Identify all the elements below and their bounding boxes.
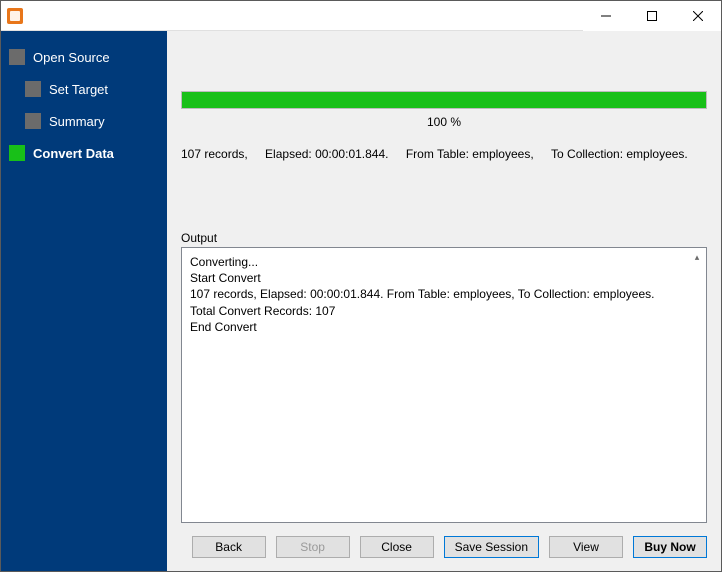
main-panel: 100 % 107 records, Elapsed: 00:00:01.844… [167,31,721,571]
sidebar-item-label: Summary [49,114,105,129]
progress-bar [181,91,707,109]
output-line: Converting... [190,254,698,270]
step-icon-active [9,145,25,161]
wizard-sidebar: Open Source Set Target Summary Convert D… [1,31,167,571]
output-line: Start Convert [190,270,698,286]
sidebar-item-summary[interactable]: Summary [1,105,167,137]
output-label: Output [181,231,707,245]
status-line: 107 records, Elapsed: 00:00:01.844. From… [181,147,707,161]
sidebar-item-label: Set Target [49,82,108,97]
status-elapsed: Elapsed: 00:00:01.844. [265,147,388,161]
progress-fill [182,92,706,108]
sidebar-item-label: Convert Data [33,146,114,161]
buy-now-button[interactable]: Buy Now [633,536,707,558]
back-button[interactable]: Back [192,536,266,558]
body: Open Source Set Target Summary Convert D… [1,31,721,571]
save-session-button[interactable]: Save Session [444,536,539,558]
progress-section: 100 % [181,91,707,129]
app-icon [7,8,23,24]
step-icon [25,113,41,129]
output-line: 107 records, Elapsed: 00:00:01.844. From… [190,286,698,302]
step-icon [9,49,25,65]
output-line: End Convert [190,319,698,335]
sidebar-item-label: Open Source [33,50,110,65]
content-area: 100 % 107 records, Elapsed: 00:00:01.844… [167,31,721,531]
status-to: To Collection: employees. [551,147,688,161]
scroll-up-icon[interactable]: ▴ [690,250,704,264]
sidebar-item-convert-data[interactable]: Convert Data [1,137,167,169]
progress-percent: 100 % [181,115,707,129]
app-window: Open Source Set Target Summary Convert D… [0,0,722,572]
close-button[interactable]: Close [360,536,434,558]
output-textarea[interactable]: Converting... Start Convert 107 records,… [181,247,707,523]
sidebar-item-open-source[interactable]: Open Source [1,41,167,73]
sidebar-item-set-target[interactable]: Set Target [1,73,167,105]
minimize-button[interactable] [583,1,629,31]
stop-button: Stop [276,536,350,558]
button-row: Back Stop Close Save Session View Buy No… [167,531,721,571]
titlebar [1,1,721,31]
scrollbar[interactable]: ▴ [690,250,704,264]
view-button[interactable]: View [549,536,623,558]
status-records: 107 records, [181,147,248,161]
step-icon [25,81,41,97]
output-line: Total Convert Records: 107 [190,303,698,319]
status-from: From Table: employees, [406,147,534,161]
close-window-button[interactable] [675,1,721,31]
maximize-button[interactable] [629,1,675,31]
